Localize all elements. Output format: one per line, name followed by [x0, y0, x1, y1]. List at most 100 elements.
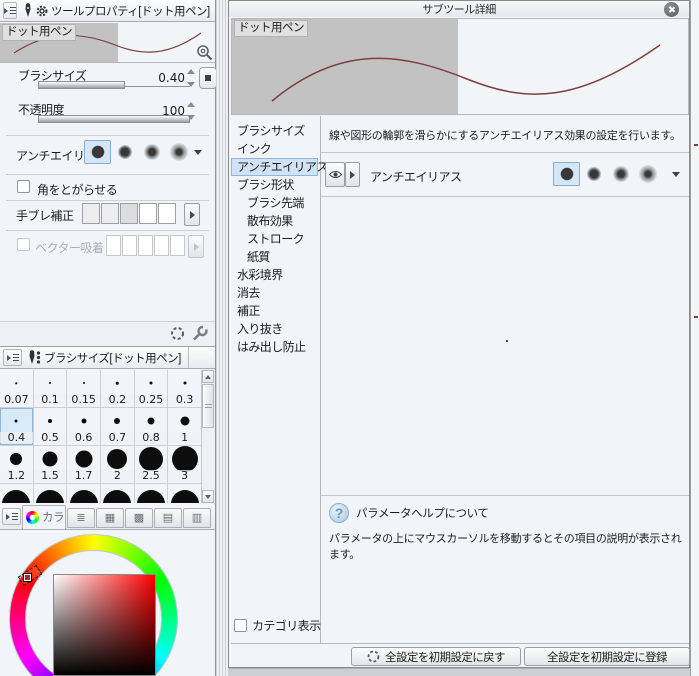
brush-size-cell[interactable]: 1	[168, 408, 202, 446]
antialias-option-0[interactable]	[84, 140, 111, 164]
brush-size-cell[interactable]: 0.07	[0, 370, 34, 408]
category-item-9[interactable]: 消去	[231, 284, 318, 302]
brush-size-number: 2	[101, 470, 134, 481]
register-all-button[interactable]: 全設定を初期設定に登録	[524, 647, 690, 666]
brush-size-cell[interactable]: 1.2	[0, 446, 34, 484]
brush-size-cell[interactable]	[168, 484, 202, 503]
brush-size-cell[interactable]	[135, 484, 169, 503]
antialias-option-3[interactable]	[634, 162, 661, 186]
category-item-5[interactable]: 散布効果	[231, 212, 318, 230]
brush-size-cell[interactable]	[67, 484, 101, 503]
category-item-12[interactable]: はみ出し防止	[231, 338, 318, 356]
color-slider-tab[interactable]: ≣	[67, 508, 95, 528]
brush-size-tab[interactable]: ブラシサイズ[ドット用ペン]	[25, 347, 189, 368]
panel-menu-icon[interactable]	[3, 349, 22, 366]
category-item-10[interactable]: 補正	[231, 302, 318, 320]
category-item-1[interactable]: インク	[231, 140, 318, 158]
brush-size-cell[interactable]	[34, 484, 68, 503]
wrench-icon[interactable]	[191, 324, 209, 347]
category-item-6[interactable]: ストローク	[231, 230, 318, 248]
intermediate-color-tab[interactable]: ▩	[125, 508, 153, 528]
stabilize-box[interactable]	[101, 203, 119, 224]
saturation-value-cursor[interactable]	[23, 573, 32, 582]
vector-snap-checkbox[interactable]	[17, 238, 30, 251]
expand-button[interactable]	[345, 162, 360, 187]
gear-icon	[36, 5, 48, 17]
brush-size-cell[interactable]: 2.5	[135, 446, 169, 484]
brush-size-cell[interactable]: 0.2	[101, 370, 135, 408]
panel-menu-icon[interactable]	[2, 508, 21, 525]
brush-size-cell[interactable]	[0, 484, 34, 503]
category-checkbox[interactable]	[234, 619, 247, 632]
stabilize-box[interactable]	[139, 203, 157, 224]
brush-size-cell[interactable]: 3	[168, 446, 202, 484]
panel-menu-icon[interactable]	[3, 2, 17, 19]
antialias-option-1[interactable]	[580, 162, 607, 186]
brush-size-cell[interactable]: 2	[101, 446, 135, 484]
color-wheel-tab[interactable]: カラー	[22, 505, 66, 529]
reset-tool-icon[interactable]	[170, 326, 185, 346]
antialias-option-2[interactable]	[607, 162, 634, 186]
brush-size-cell[interactable]: 0.15	[67, 370, 101, 408]
category-item-3[interactable]: ブラシ形状	[231, 176, 318, 194]
close-button[interactable]	[664, 2, 679, 17]
brush-size-spinner[interactable]	[187, 69, 198, 87]
category-item-2[interactable]: アンチエイリアス	[231, 158, 318, 176]
brush-size-number: 1	[168, 432, 201, 443]
brush-size-cell[interactable]: 1.5	[34, 446, 68, 484]
category-item-11[interactable]: 入り抜き	[231, 320, 318, 338]
stabilize-box[interactable]	[158, 203, 176, 224]
brush-size-cell[interactable]: 1.7	[67, 446, 101, 484]
scrollbar-thumb[interactable]	[202, 384, 214, 428]
brush-size-cell[interactable]: 0.25	[135, 370, 169, 408]
brush-size-cell[interactable]: 0.1	[34, 370, 68, 408]
scroll-up-icon[interactable]	[202, 370, 214, 383]
anti-alias-dropdown-icon[interactable]	[672, 172, 680, 177]
brush-size-cell[interactable]: 0.4	[0, 408, 34, 446]
stabilize-box[interactable]	[82, 203, 100, 224]
subtool-detail-launcher-icon[interactable]	[196, 44, 213, 61]
subtool-titlebar[interactable]: サブツール詳細	[229, 1, 689, 17]
brush-size-cell[interactable]	[101, 484, 135, 503]
category-item-0[interactable]: ブラシサイズ	[231, 122, 318, 140]
antialias-option-2[interactable]	[138, 140, 165, 164]
brush-size-scrollbar[interactable]	[201, 370, 215, 503]
brush-size-value[interactable]: 0.40	[141, 71, 185, 85]
opacity-spinner[interactable]	[187, 102, 198, 120]
setting-empty-area	[321, 197, 689, 496]
antialias-option-1[interactable]	[111, 140, 138, 164]
approx-color-tab[interactable]: ▤	[154, 508, 182, 528]
category-item-4[interactable]: ブラシ先端	[231, 194, 318, 212]
brush-size-cell[interactable]: 0.8	[135, 408, 169, 446]
subtool-body: ブラシサイズインクアンチエイリアスブラシ形状ブラシ先端散布効果ストローク紙質水彩…	[231, 116, 689, 643]
color-history-tab[interactable]: ▥	[183, 508, 211, 528]
category-item-7[interactable]: 紙質	[231, 248, 318, 266]
stabilize-level-boxes[interactable]	[82, 203, 176, 224]
reset-all-button[interactable]: 全設定を初期設定に戻す	[351, 647, 521, 666]
subtool-stroke-preview: ドット用ペン	[231, 18, 689, 115]
antialias-option-0[interactable]	[553, 162, 580, 186]
brush-size-cell[interactable]: 0.6	[67, 408, 101, 446]
brush-size-cell[interactable]: 0.7	[101, 408, 135, 446]
sharp-corner-checkbox[interactable]	[17, 180, 30, 193]
anti-alias-options	[553, 162, 661, 186]
parameter-help-area: ? パラメータヘルプについて パラメータの上にマウスカーソルを移動するとその項目…	[321, 496, 689, 643]
saturation-value-square[interactable]	[53, 574, 156, 676]
anti-alias-dropdown-icon[interactable]	[194, 150, 202, 155]
category-item-8[interactable]: 水彩境界	[231, 266, 318, 284]
dock-divider[interactable]	[216, 0, 228, 676]
brush-dot-icon	[42, 452, 57, 467]
category-toggle[interactable]: カテゴリ表示	[234, 617, 320, 634]
antialias-option-3[interactable]	[165, 140, 192, 164]
color-set-tab[interactable]: ▦	[96, 508, 124, 528]
vector-snap-box	[154, 235, 169, 256]
visibility-button[interactable]	[325, 162, 345, 187]
opacity-value[interactable]: 100	[141, 104, 185, 118]
stabilize-box[interactable]	[120, 203, 138, 224]
tool-property-tab[interactable]: ツールプロパティ[ドット用ペン]	[20, 0, 218, 21]
brush-size-cell[interactable]: 0.5	[34, 408, 68, 446]
brush-size-cell[interactable]: 0.3	[168, 370, 202, 408]
brush-size-unit-button[interactable]	[199, 67, 217, 89]
stabilize-expand-icon[interactable]	[184, 203, 200, 226]
scroll-down-icon[interactable]	[202, 490, 214, 503]
